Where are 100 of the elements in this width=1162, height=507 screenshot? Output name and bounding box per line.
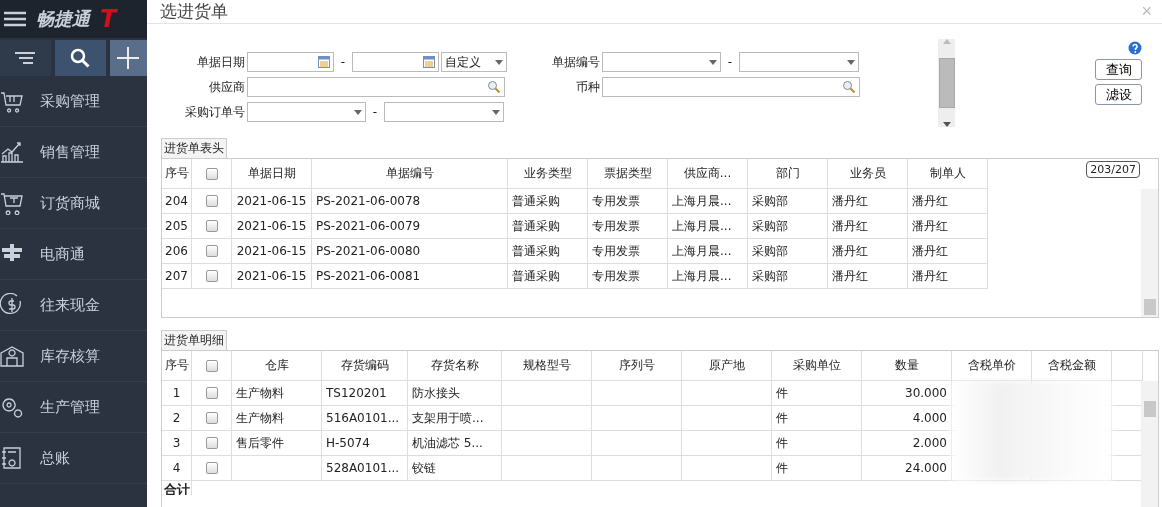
- field-label: 币种: [575, 78, 600, 96]
- dollar-icon: [0, 293, 24, 317]
- table-cell: 铰链: [408, 456, 502, 481]
- scrollbar[interactable]: [1141, 189, 1158, 317]
- table-cell: 3: [162, 431, 192, 456]
- menu-icon[interactable]: [4, 11, 26, 27]
- search-button[interactable]: [54, 40, 106, 76]
- table-cell: 采购部: [748, 189, 828, 214]
- table-cell: 件: [772, 381, 862, 406]
- search-icon[interactable]: [842, 80, 856, 94]
- table-cell: 205: [162, 214, 192, 239]
- table-cell: 上海月晨...: [668, 264, 748, 289]
- add-button[interactable]: [109, 40, 147, 76]
- dropdown-caret-icon[interactable]: [492, 109, 500, 115]
- scrollbar[interactable]: [938, 39, 955, 127]
- scrollbar[interactable]: [1141, 381, 1158, 507]
- section-tab[interactable]: 进货单表头: [161, 138, 227, 158]
- column-header: 存货编码: [322, 351, 408, 381]
- table-cell: 潘丹红: [908, 214, 988, 239]
- table-cell: 上海月晨...: [668, 189, 748, 214]
- record-counter: 203/207: [1086, 161, 1140, 178]
- scroll-up-icon[interactable]: [942, 39, 951, 44]
- column-header: 序号: [162, 159, 192, 189]
- row-checkbox[interactable]: [205, 220, 218, 232]
- po-start-dropdown[interactable]: [247, 102, 366, 122]
- table-cell: 普通采购: [508, 189, 588, 214]
- table-cell: 207: [162, 264, 192, 289]
- dropdown-caret-icon[interactable]: [495, 59, 503, 65]
- table-cell: 上海月晨...: [668, 214, 748, 239]
- logo-mark: T: [100, 5, 117, 33]
- row-checkbox[interactable]: [205, 412, 218, 424]
- table-cell: 生产物料: [232, 381, 322, 406]
- logo-text: 畅捷通: [36, 7, 90, 31]
- field-label: 单据日期: [196, 53, 245, 71]
- calendar-icon[interactable]: [318, 56, 330, 68]
- plus-icon: [117, 47, 140, 69]
- search-icon[interactable]: [487, 80, 501, 94]
- table-cell: 2021-06-15: [232, 189, 312, 214]
- column-header: 单据编号: [312, 159, 508, 189]
- table-cell: TS120201: [322, 381, 408, 406]
- table-cell: 件: [772, 431, 862, 456]
- table-cell: 售后零件: [232, 431, 322, 456]
- table-cell: 生产物料: [232, 406, 322, 431]
- table-cell: 专用发票: [588, 189, 668, 214]
- action-button[interactable]: 查询: [1095, 59, 1142, 80]
- row-checkbox[interactable]: [205, 270, 218, 282]
- action-button[interactable]: 滤设: [1095, 84, 1142, 105]
- table-cell: 潘丹红: [828, 214, 908, 239]
- select-all-checkbox[interactable]: [205, 359, 218, 372]
- dropdown-caret-icon[interactable]: [847, 59, 855, 65]
- field-label: 单据编号: [551, 53, 600, 71]
- field-label: 供应商: [208, 78, 245, 96]
- table-cell: 件: [772, 406, 862, 431]
- end-date-field[interactable]: [352, 52, 439, 72]
- calendar-icon[interactable]: [423, 56, 435, 68]
- currency-field[interactable]: [602, 77, 860, 97]
- dialog-title: 选进货单: [160, 0, 228, 23]
- column-header: 序列号: [592, 351, 682, 381]
- filter-button[interactable]: [0, 40, 51, 76]
- filter-lines-icon: [15, 51, 36, 65]
- column-header: 业务员: [828, 159, 908, 189]
- table-cell: 2021-06-15: [232, 214, 312, 239]
- table-cell: 206: [162, 239, 192, 264]
- dropdown-caret-icon[interactable]: [354, 109, 362, 115]
- column-header: 原产地: [682, 351, 772, 381]
- table-cell: 4: [162, 456, 192, 481]
- number-start-dropdown[interactable]: [602, 52, 721, 72]
- gears-icon: [0, 395, 24, 419]
- scroll-down-icon[interactable]: [942, 122, 951, 127]
- column-header: [1112, 351, 1143, 381]
- range-dash: -: [339, 55, 347, 69]
- row-checkbox[interactable]: [205, 462, 218, 474]
- row-checkbox[interactable]: [205, 195, 218, 207]
- row-checkbox[interactable]: [205, 437, 218, 449]
- table-cell: 专用发票: [588, 264, 668, 289]
- table-cell: 件: [772, 456, 862, 481]
- table-cell: 专用发票: [588, 239, 668, 264]
- dropdown-caret-icon[interactable]: [709, 59, 717, 65]
- column-header: 单据日期: [232, 159, 312, 189]
- table-cell: 2021-06-15: [232, 239, 312, 264]
- table-cell: 普通采购: [508, 264, 588, 289]
- table-cell: 潘丹红: [828, 239, 908, 264]
- row-checkbox[interactable]: [205, 387, 218, 399]
- column-header: 规格型号: [502, 351, 592, 381]
- table-cell: 潘丹红: [908, 189, 988, 214]
- period-dropdown[interactable]: 自定义: [441, 52, 507, 72]
- section-tab[interactable]: 进货单明细: [161, 330, 227, 350]
- table-cell: 采购部: [748, 214, 828, 239]
- supplier-field[interactable]: [247, 77, 505, 97]
- table-cell: 潘丹红: [828, 264, 908, 289]
- warehouse-icon: [0, 344, 24, 368]
- select-all-checkbox[interactable]: [205, 167, 218, 180]
- search-icon: [70, 48, 91, 68]
- help-icon[interactable]: [1128, 41, 1142, 55]
- start-date-field[interactable]: [247, 52, 334, 72]
- column-header: 供应商...: [668, 159, 748, 189]
- row-checkbox[interactable]: [205, 245, 218, 257]
- range-dash: -: [371, 105, 379, 119]
- table-cell: 专用发票: [588, 214, 668, 239]
- table-cell: PS-2021-06-0078: [312, 189, 508, 214]
